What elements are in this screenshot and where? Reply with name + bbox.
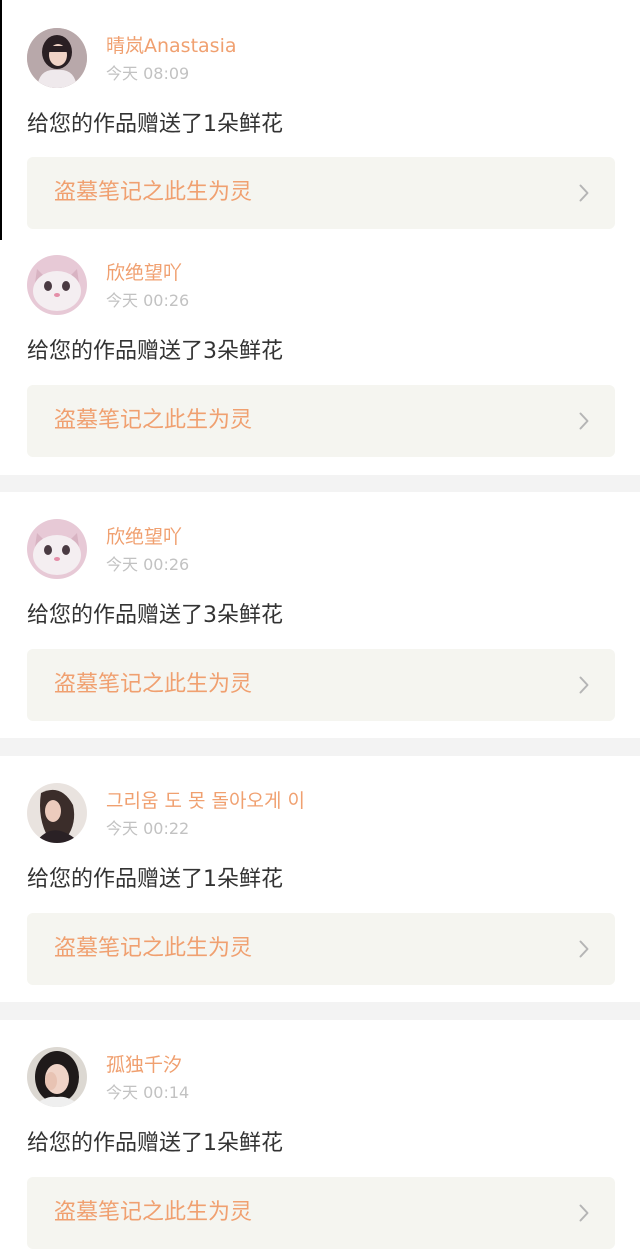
- work-title: 盗墓笔记之此生为灵: [54, 672, 253, 697]
- gift-notification-card: 孤独千汐 今天 00:14 给您的作品赠送了1朵鲜花 盗墓笔记之此生为灵: [0, 1020, 640, 1258]
- work-link-card[interactable]: 盗墓笔记之此生为灵: [27, 913, 615, 985]
- gift-message: 给您的作品赠送了1朵鲜花: [27, 867, 283, 892]
- left-divider-line: [0, 0, 2, 240]
- girl-portrait-avatar[interactable]: [27, 28, 87, 88]
- gift-message: 给您的作品赠送了3朵鲜花: [27, 603, 283, 628]
- chevron-right-icon: [579, 184, 589, 202]
- gift-notification-card: 欣绝望吖 今天 00:26 给您的作品赠送了3朵鲜花 盗墓笔记之此生为灵: [0, 492, 640, 738]
- notification-time: 今天 00:22: [106, 819, 190, 838]
- notification-time: 今天 00:14: [106, 1083, 190, 1102]
- gift-message: 给您的作品赠送了3朵鲜花: [27, 339, 283, 364]
- sender-username[interactable]: 晴岚Anastasia: [106, 34, 237, 58]
- sender-username[interactable]: 그리움 도 못 돌아오게 이: [106, 789, 305, 813]
- work-link-card[interactable]: 盗墓笔记之此生为灵: [27, 157, 615, 229]
- girl-profile-avatar[interactable]: [27, 783, 87, 843]
- notification-time: 今天 08:09: [106, 64, 190, 83]
- sender-username[interactable]: 欣绝望吖: [106, 261, 182, 285]
- chevron-right-icon: [579, 940, 589, 958]
- chevron-right-icon: [579, 412, 589, 430]
- sender-username[interactable]: 欣绝望吖: [106, 525, 182, 549]
- work-title: 盗墓笔记之此生为灵: [54, 1200, 253, 1225]
- chevron-right-icon: [579, 676, 589, 694]
- cat-avatar[interactable]: [27, 519, 87, 579]
- gift-notification-card: 그리움 도 못 돌아오게 이 今天 00:22 给您的作品赠送了1朵鲜花 盗墓笔…: [0, 756, 640, 1002]
- sender-username[interactable]: 孤独千汐: [106, 1053, 182, 1077]
- work-title: 盗墓笔记之此生为灵: [54, 936, 253, 961]
- girl-covering-face-avatar[interactable]: [27, 1047, 87, 1107]
- notification-time: 今天 00:26: [106, 291, 190, 310]
- work-title: 盗墓笔记之此生为灵: [54, 408, 253, 433]
- cat-avatar[interactable]: [27, 255, 87, 315]
- work-link-card[interactable]: 盗墓笔记之此生为灵: [27, 1177, 615, 1249]
- gift-message: 给您的作品赠送了1朵鲜花: [27, 112, 283, 137]
- gift-message: 给您的作品赠送了1朵鲜花: [27, 1131, 283, 1156]
- gift-notification-card: 晴岚Anastasia 今天 08:09 给您的作品赠送了1朵鲜花 盗墓笔记之此…: [0, 0, 640, 240]
- notification-time: 今天 00:26: [106, 555, 190, 574]
- chevron-right-icon: [579, 1204, 589, 1222]
- work-link-card[interactable]: 盗墓笔记之此生为灵: [27, 385, 615, 457]
- work-title: 盗墓笔记之此生为灵: [54, 180, 253, 205]
- gift-notification-card: 欣绝望吖 今天 00:26 给您的作品赠送了3朵鲜花 盗墓笔记之此生为灵: [0, 240, 640, 475]
- work-link-card[interactable]: 盗墓笔记之此生为灵: [27, 649, 615, 721]
